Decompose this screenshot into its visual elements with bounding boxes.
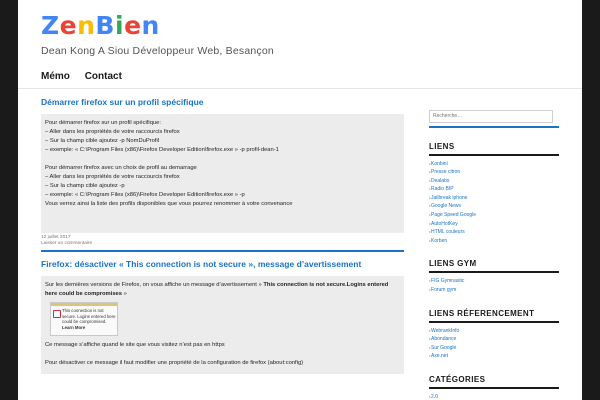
logo-letter: n (141, 11, 160, 40)
post-line: – Sur la champ cible ajoutez -p (45, 183, 125, 189)
post-line: – exemple: « C:\Program Files (x86)\Fire… (45, 147, 279, 153)
content-area: Démarrer firefox sur un profil spécifiqu… (41, 92, 404, 374)
nav-divider (18, 88, 582, 89)
sidebar-link[interactable]: 2.0 (429, 393, 559, 400)
post-separator (41, 250, 404, 252)
sidebar-link[interactable]: Forum gym (429, 286, 559, 295)
post-title-link[interactable]: Firefox: désactiver « This connection is… (41, 258, 404, 270)
sidebar-link[interactable]: Korben (429, 237, 559, 246)
widget-link-list: KonbiniPresse citronDealabsRadio BIPJail… (429, 160, 559, 246)
site-logo[interactable]: ZenBien (41, 11, 160, 40)
sidebar-link[interactable]: Konbini (429, 160, 559, 169)
logo-letter: n (77, 11, 96, 40)
widgets: LIENS KonbiniPresse citronDealabsRadio BI… (429, 142, 559, 400)
post-spacer (45, 218, 400, 227)
widget-title: LIENS RÉFERENCEMENT (429, 308, 535, 318)
logo-letter: i (114, 11, 125, 40)
post-meta: 12 juillet 2017 Laisser un commentaire (41, 235, 404, 247)
logo-letter: e (124, 11, 142, 40)
widget-link-list: FIG GymnasticForum gym (429, 277, 559, 294)
post-line: – exemple: « C:\Program Files (x86)\Fire… (45, 192, 245, 198)
logo-letter: e (59, 11, 78, 40)
widget-title: CATÉGORIES (429, 375, 486, 384)
widget-title: LIENS GYM (429, 259, 477, 269)
widget-title-underline (429, 387, 559, 389)
widget-link-list: 2.0 (429, 393, 559, 400)
learn-more-link: Learn More (62, 324, 86, 330)
logo-letter: B (95, 11, 115, 40)
widget-title-underline (429, 320, 559, 323)
sidebar-link[interactable]: Radio BIP (429, 185, 559, 194)
widget-title-underline (429, 153, 559, 156)
sidebar-link[interactable]: Axe.net (429, 352, 559, 361)
post-line: Sur les dernières versions de Firefox, o… (45, 281, 400, 299)
sidebar-link[interactable]: Google News (429, 202, 559, 211)
post-line: Ce message s’affiche quand le site que v… (45, 342, 225, 348)
sidebar-link[interactable]: Abondance (429, 335, 559, 344)
post-title-link[interactable]: Démarrer firefox sur un profil spécifiqu… (41, 96, 404, 108)
search-accent-line (429, 125, 559, 128)
widget-title-underline (429, 271, 559, 274)
post-line: Vous verrez ainsi la liste des profils d… (45, 201, 293, 207)
sidebar-link[interactable]: Presse citron (429, 168, 559, 177)
sidebar-link[interactable]: WebrankInfo (429, 327, 559, 336)
nav-item-memo[interactable]: Mémo (41, 71, 70, 82)
intro-text-end: » (122, 291, 127, 297)
post-content: Sur les dernières versions de Firefox, o… (41, 276, 404, 374)
post-content: Pour démarrer firefox sur un profil spéc… (41, 114, 404, 233)
post-line: Pour démarrer firefox avec un choix de p… (45, 165, 197, 171)
warning-message: This connection is not secure. Logins en… (62, 308, 116, 325)
post-spacer (45, 155, 400, 164)
site-tagline: Dean Kong A Siou Développeur Web, Besanç… (41, 45, 274, 57)
post-line: – Aller dans les propriétés de votre rac… (45, 129, 180, 135)
post-line: Pour démarrer firefox sur un profil spéc… (45, 120, 161, 126)
post-line: – Sur la champ cible ajoutez -p NomDuPro… (45, 138, 160, 144)
post-article: Firefox: désactiver « This connection is… (41, 258, 404, 374)
warning-lock-icon (53, 310, 61, 318)
warning-bar (51, 303, 117, 306)
sidebar-link[interactable]: HTML couleurs (429, 228, 559, 237)
widget-title: LIENS (429, 141, 455, 151)
post-spacer (45, 209, 400, 218)
post-line: Pour désactiver ce message il faut modif… (45, 360, 304, 366)
main-nav: Mémo Contact (41, 71, 134, 82)
widget-link-list: WebrankInfoAbondanceSur GoogleAxe.net (429, 327, 559, 361)
sidebar-link[interactable]: Sur Google (429, 344, 559, 353)
sidebar-link[interactable]: AutoHotKey (429, 220, 559, 229)
warning-screenshot: This connection is not secure. Logins en… (50, 302, 118, 336)
intro-text: Sur les dernières versions de Firefox, o… (45, 282, 264, 288)
sidebar-link[interactable]: Dealabs (429, 177, 559, 186)
post-article: Démarrer firefox sur un profil spécifiqu… (41, 96, 404, 252)
sidebar-link[interactable]: Page Speed Google (429, 211, 559, 220)
comment-link[interactable]: Laisser un commentaire (41, 241, 404, 247)
warning-text: This connection is not secure. Logins en… (62, 308, 116, 330)
nav-item-contact[interactable]: Contact (85, 71, 122, 82)
sidebar-link[interactable]: Jailbreak iphone (429, 194, 559, 203)
page: ZenBien Dean Kong A Siou Développeur Web… (18, 0, 582, 400)
post-spacer (45, 350, 400, 359)
post-line: – Aller dans les propriétés de votre rac… (45, 174, 180, 180)
logo-letter: Z (41, 11, 60, 40)
sidebar-link[interactable]: FIG Gymnastic (429, 277, 559, 286)
search-input[interactable] (429, 109, 553, 123)
sidebar: LIENS KonbiniPresse citronDealabsRadio BI… (429, 104, 559, 400)
